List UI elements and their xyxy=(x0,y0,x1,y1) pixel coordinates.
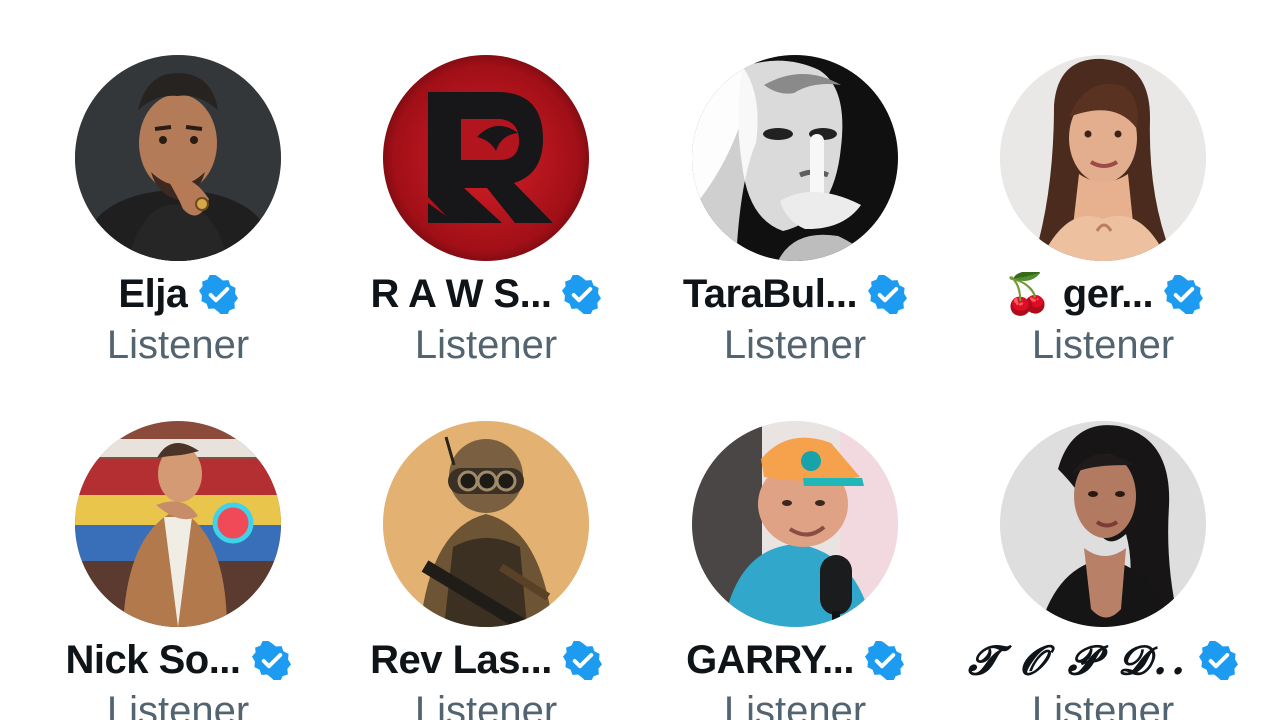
listener-card[interactable]: TaraBul... Listener xyxy=(641,0,949,367)
listener-card[interactable]: GARRY... Listener xyxy=(641,366,949,720)
listener-name-row: 𝓣 𝓞 𝓟 𝓓... xyxy=(949,638,1257,683)
verified-badge-icon xyxy=(562,275,602,314)
listener-card[interactable]: Elja Listener xyxy=(24,0,332,367)
listener-role: Listener xyxy=(106,323,250,367)
listener-name-row: Elja xyxy=(24,272,332,317)
listener-name: GARRY... xyxy=(686,638,854,682)
listener-name: 𝓣 𝓞 𝓟 𝓓... xyxy=(968,638,1188,683)
man-thinking-avatar[interactable] xyxy=(75,55,281,261)
woman-dark-hair-avatar[interactable] xyxy=(1000,421,1206,627)
listener-role: Listener xyxy=(1031,689,1175,720)
listener-card[interactable]: Nick So... Listener xyxy=(24,366,332,720)
listener-role: Listener xyxy=(1031,323,1175,367)
listener-name: TaraBul... xyxy=(682,272,858,316)
listener-role: Listener xyxy=(106,689,250,720)
listener-name: Rev Las... xyxy=(370,638,552,682)
listener-card[interactable]: Rev Las... Listener xyxy=(332,366,640,720)
listener-grid: Elja Listener R A W S... Listener TaraBu… xyxy=(0,0,1280,720)
listener-name: Nick So... xyxy=(65,638,241,682)
verified-badge-icon xyxy=(251,641,291,680)
verified-badge-icon xyxy=(1199,641,1238,680)
listener-card[interactable]: R A W S... Listener xyxy=(332,0,640,367)
listener-role: Listener xyxy=(414,323,558,367)
listener-name: 🍒 ger... xyxy=(1002,272,1154,316)
verified-badge-icon xyxy=(1164,275,1204,314)
listener-name-row: TaraBul... xyxy=(641,272,949,317)
listener-card[interactable]: 𝓣 𝓞 𝓟 𝓓... Listener xyxy=(949,366,1257,720)
soldier-avatar[interactable] xyxy=(383,421,589,627)
spaces-listener-grid: Elja Listener R A W S... Listener TaraBu… xyxy=(0,0,1280,720)
verified-badge-icon xyxy=(868,275,908,314)
verified-badge-icon xyxy=(198,275,238,314)
listener-role: Listener xyxy=(723,689,867,720)
listener-name: R A W S... xyxy=(370,272,552,316)
man-podcast-avatar[interactable] xyxy=(692,421,898,627)
listener-name-row: 🍒 ger... xyxy=(949,272,1257,317)
listener-role: Listener xyxy=(414,689,558,720)
listener-name-row: Rev Las... xyxy=(332,638,640,683)
listener-name-row: R A W S... xyxy=(332,272,640,317)
bw-woman-shh-avatar[interactable] xyxy=(692,55,898,261)
verified-badge-icon xyxy=(864,641,904,680)
woman-portrait-avatar[interactable] xyxy=(1000,55,1206,261)
listener-name-row: Nick So... xyxy=(24,638,332,683)
listener-name-row: GARRY... xyxy=(641,638,949,683)
verified-badge-icon xyxy=(562,641,602,680)
listener-name: Elja xyxy=(118,272,188,316)
red-eagle-r-logo-avatar[interactable] xyxy=(383,55,589,261)
man-store-avatar[interactable] xyxy=(75,421,281,627)
listener-role: Listener xyxy=(723,323,867,367)
listener-card[interactable]: 🍒 ger... Listener xyxy=(949,0,1257,367)
